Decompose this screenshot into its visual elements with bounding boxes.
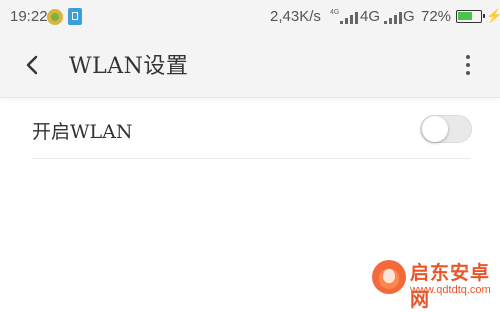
switch-knob [422,116,448,142]
wlan-switch[interactable] [420,115,472,143]
network-speed: 2,43K/s [270,8,321,25]
site-watermark: 启东安卓网 www.qdtdtq.com [372,258,497,311]
more-vertical-icon [466,55,470,59]
wlan-toggle-label: 开启WLAN [32,121,133,143]
data-activity-indicator: 4G [330,9,340,16]
network-type-2: G [403,8,415,25]
signal-strength-icon [340,12,358,24]
status-bar: 19:22 2,43K/s 4G 4G G 72% ⚡ [0,0,500,34]
watermark-url: www.qdtdtq.com [410,284,491,296]
battery-fill [458,12,472,20]
watermark-logo-icon [372,260,406,294]
battery-percentage: 72% [421,8,452,25]
signal-strength-2-icon [384,12,402,24]
app-notification-icon [47,9,63,25]
clock: 19:22 [10,8,48,25]
battery-icon [456,10,485,23]
back-button[interactable] [18,48,50,82]
wlan-toggle-row[interactable]: 开启WLAN [32,98,472,159]
more-options-button[interactable] [456,48,480,82]
app-bar: WLAN设置 [0,34,500,98]
chevron-left-icon [26,55,38,75]
charging-icon: ⚡ [486,8,500,23]
clipboard-notification-icon [68,8,82,25]
page-title: WLAN设置 [69,54,189,79]
network-type-1: 4G [360,8,381,25]
